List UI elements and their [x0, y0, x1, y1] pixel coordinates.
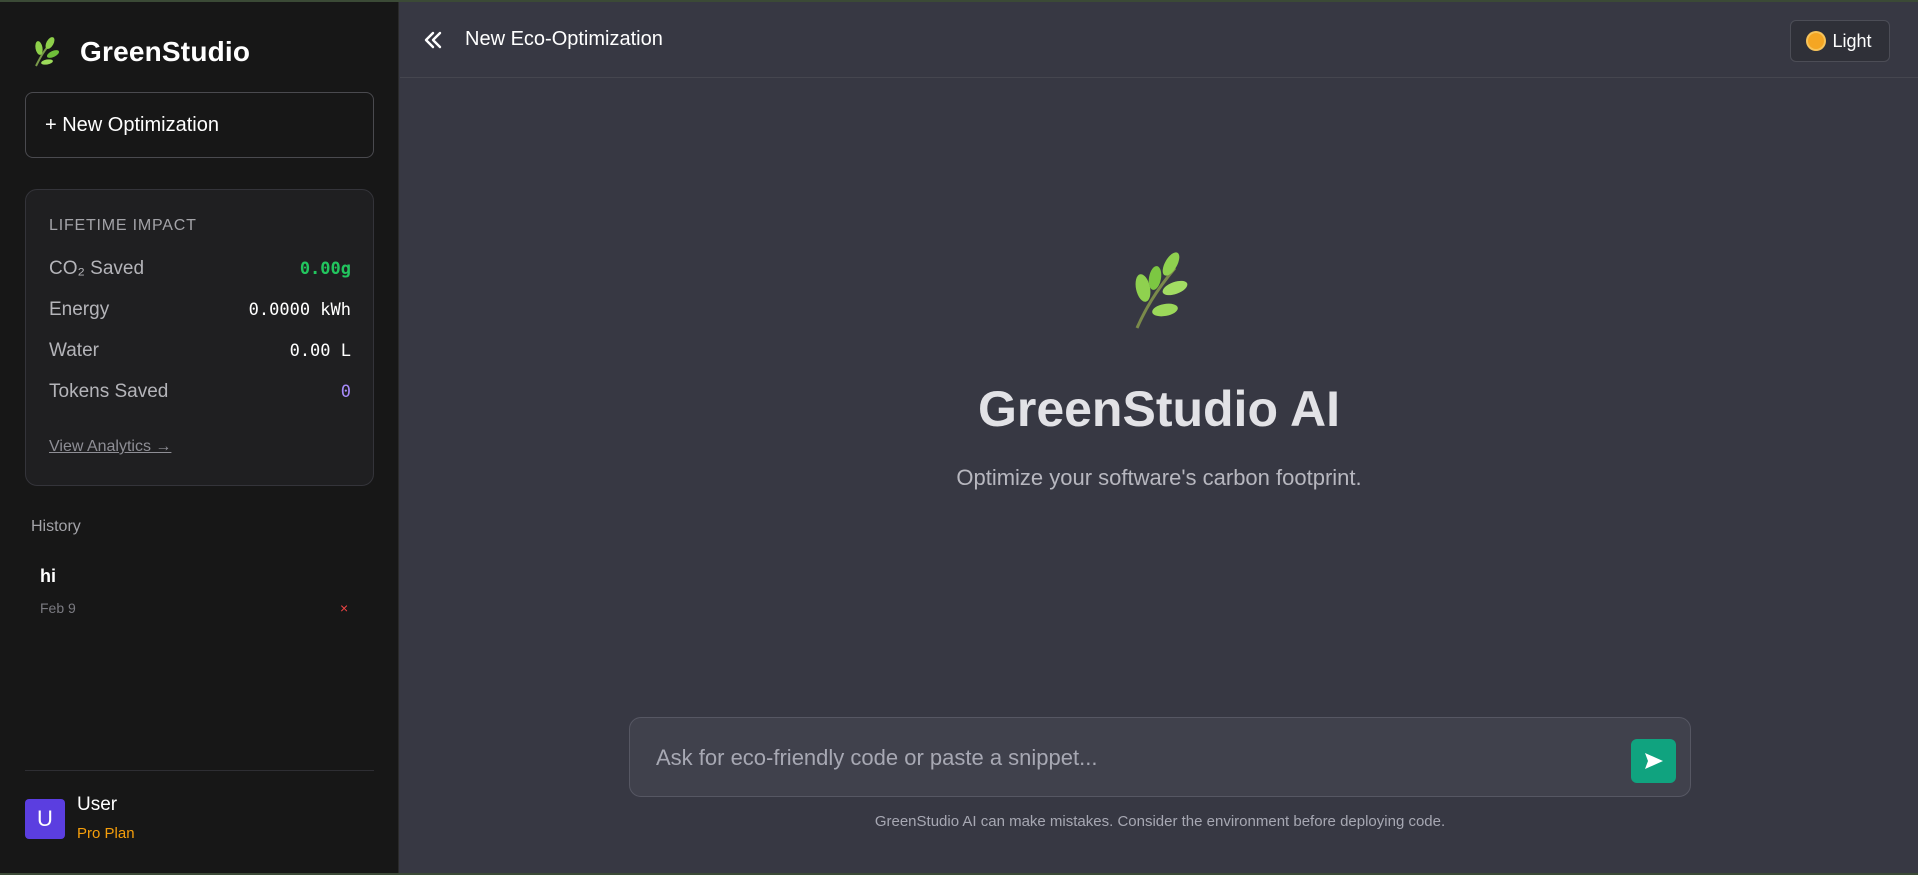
impact-row-energy: Energy 0.0000 kWh: [49, 297, 351, 323]
delete-history-button[interactable]: ×: [340, 600, 348, 616]
prompt-box: [629, 717, 1691, 797]
lifetime-impact-card: LIFETIME IMPACT CO₂ Saved 0.00g Energy 0…: [25, 189, 374, 486]
hero-subtitle: Optimize your software's carbon footprin…: [956, 465, 1362, 490]
history-item-date: Feb 9: [40, 600, 76, 616]
impact-label: Energy: [49, 299, 110, 320]
tokens-saved-value: 0: [340, 382, 351, 402]
history-item[interactable]: hi Feb 9 ×: [25, 558, 374, 626]
impact-label: Water: [49, 340, 99, 361]
user-plan: Pro Plan: [77, 825, 135, 842]
send-arrow-icon: [1644, 753, 1663, 769]
view-analytics-link[interactable]: View Analytics →: [49, 438, 171, 456]
brand-name: GreenStudio: [80, 36, 251, 67]
sidebar-divider: [25, 770, 374, 771]
leaf-sprout-icon: [35, 37, 60, 67]
brand[interactable]: GreenStudio: [30, 34, 250, 70]
leaf-sprout-icon: [1135, 252, 1188, 329]
impact-title: LIFETIME IMPACT: [49, 217, 197, 234]
header: New Eco-Optimization Light: [400, 2, 1918, 78]
impact-label: CO₂ Saved: [49, 258, 145, 279]
sidebar: GreenStudio + New Optimization LIFETIME …: [0, 2, 399, 873]
energy-value: 0.0000 kWh: [248, 300, 351, 320]
water-value: 0.00 L: [289, 341, 351, 361]
theme-toggle-button[interactable]: Light: [1790, 20, 1890, 62]
user-name: User: [77, 794, 118, 815]
history-heading: History: [31, 518, 81, 535]
send-button[interactable]: [1631, 739, 1676, 783]
impact-row-tokens: Tokens Saved 0: [49, 379, 351, 405]
sun-icon: [1808, 33, 1825, 49]
page-title: New Eco-Optimization: [465, 28, 663, 50]
new-optimization-button[interactable]: + New Optimization: [25, 92, 374, 158]
prompt-input[interactable]: [654, 738, 1618, 778]
co2-saved-value: 0.00g: [299, 259, 351, 279]
history-item-title: hi: [40, 566, 56, 586]
avatar[interactable]: U: [25, 799, 65, 839]
impact-row-water: Water 0.00 L: [49, 338, 351, 364]
disclaimer: GreenStudio AI can make mistakes. Consid…: [874, 813, 1446, 830]
impact-label: Tokens Saved: [49, 381, 169, 402]
theme-label: Light: [1832, 30, 1872, 51]
double-chevron-left-icon[interactable]: [422, 28, 444, 52]
impact-row-co2: CO₂ Saved 0.00g: [49, 256, 351, 282]
hero-title: GreenStudio AI: [977, 381, 1341, 437]
